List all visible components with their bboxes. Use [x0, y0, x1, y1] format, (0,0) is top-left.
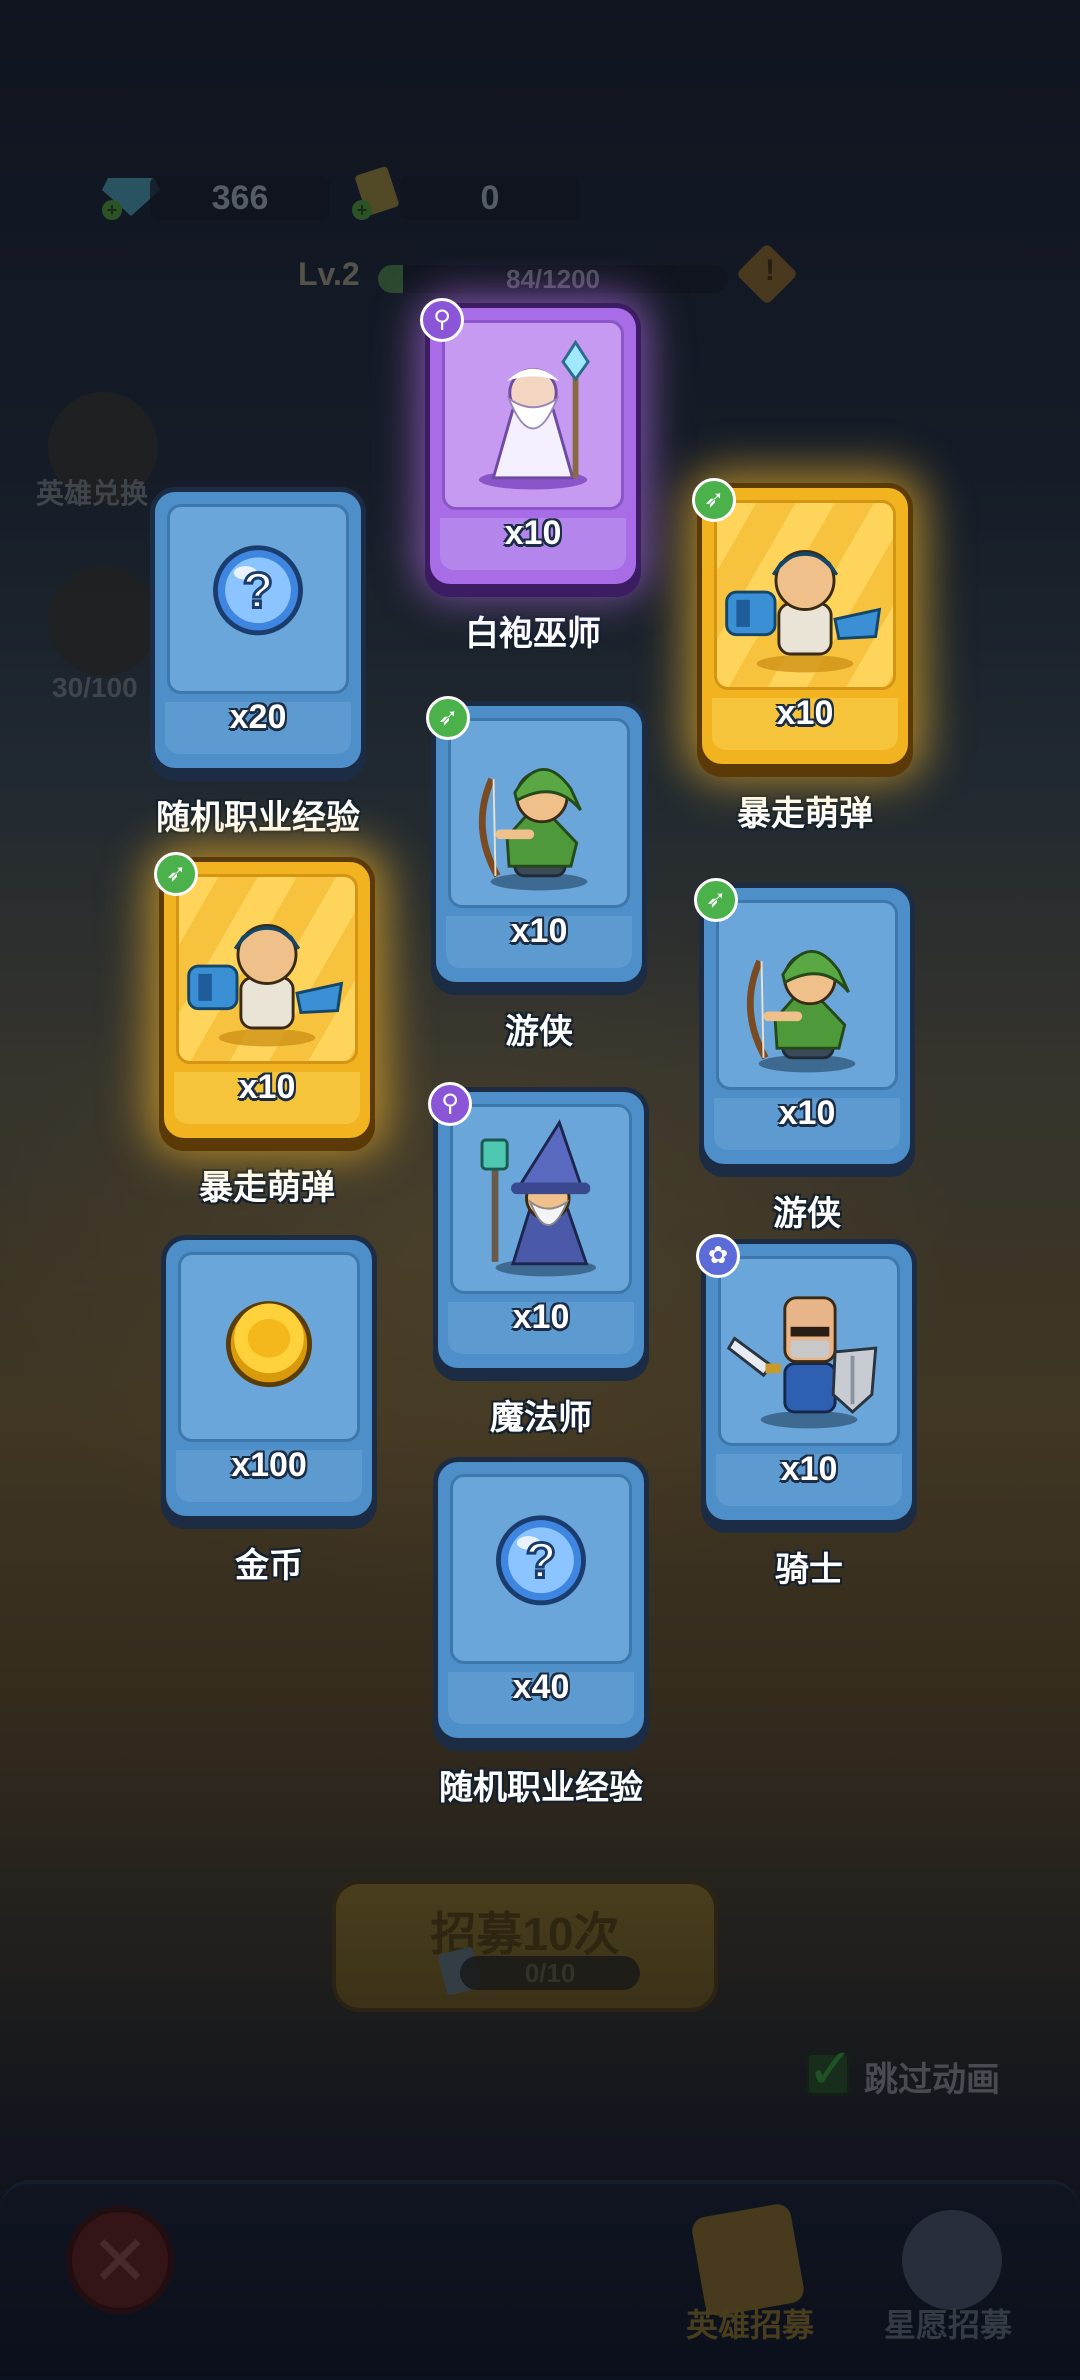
ranger-class-icon: ➶ [154, 852, 198, 896]
question-orb-icon: ? [496, 1515, 586, 1606]
reward-name: 金币 [235, 1547, 303, 1585]
reward-card: ? x40 [438, 1462, 644, 1738]
reward-name: 暴走萌弹 [737, 795, 873, 833]
reward-white-robe-wizard[interactable]: x10 ⚲ 白袍巫师 [420, 298, 636, 655]
card-art-frame [450, 1104, 632, 1294]
reward-count: x10 [776, 694, 834, 732]
card-art-frame: ? [450, 1474, 632, 1664]
reward-ranger-1[interactable]: x10 ➶ 游侠 [426, 696, 642, 1053]
reward-count: x100 [231, 1446, 307, 1484]
question-orb-icon: ? [213, 545, 303, 636]
ranger-class-icon: ➶ [426, 696, 470, 740]
mage-hero-icon [480, 1119, 597, 1277]
card-art-frame [448, 718, 630, 908]
reward-gold-coin[interactable]: x100 金币 [166, 1240, 372, 1587]
reward-name: 随机职业经验 [156, 799, 360, 837]
svg-text:?: ? [526, 1532, 557, 1589]
gold-coin-icon [225, 1301, 313, 1388]
card-art-frame [718, 1256, 900, 1446]
reward-count: x10 [780, 1450, 838, 1488]
card-art-frame [178, 1252, 360, 1442]
reward-name: 魔法师 [490, 1399, 592, 1437]
reward-knight[interactable]: x10 ✿ 骑士 [696, 1234, 912, 1591]
reward-card: x10 ⚲ [428, 1082, 644, 1368]
mage-class-icon: ⚲ [428, 1082, 472, 1126]
knight-class-icon: ✿ [696, 1234, 740, 1278]
knight-hero-icon [726, 1296, 878, 1429]
reward-name: 游侠 [773, 1195, 841, 1233]
card-art-frame [714, 500, 896, 690]
card-art-frame [716, 900, 898, 1090]
reward-berserk-bomber-1[interactable]: x10 ➶ 暴走萌弹 [692, 478, 908, 835]
reward-card: x10 ⚲ [420, 298, 636, 584]
reward-count: x10 [510, 912, 568, 950]
reward-count: x40 [512, 1668, 570, 1706]
reward-name: 白袍巫师 [465, 615, 601, 653]
reward-card: x10 ✿ [696, 1234, 912, 1520]
reward-card: x10 ➶ [694, 878, 910, 1164]
reward-count: x10 [778, 1094, 836, 1132]
reward-count: x10 [238, 1068, 296, 1106]
card-art-frame [176, 874, 358, 1064]
reward-card: x10 ➶ [692, 478, 908, 764]
white-robe-wizard-icon [478, 339, 590, 490]
reward-count: x20 [229, 698, 287, 736]
reward-count: x10 [504, 514, 562, 552]
reward-count: x10 [512, 1298, 570, 1336]
card-art-frame: ? [167, 504, 349, 694]
reward-name: 骑士 [775, 1551, 843, 1589]
ranger-hero-icon [478, 768, 588, 891]
mage-class-icon: ⚲ [420, 298, 464, 342]
svg-text:?: ? [243, 562, 274, 619]
bomber-hero-icon [725, 550, 882, 673]
reward-random-exp-20[interactable]: ? x20 随机职业经验 [155, 492, 361, 839]
reward-name: 随机职业经验 [439, 1769, 643, 1807]
reward-berserk-bomber-2[interactable]: x10 ➶ 暴走萌弹 [154, 852, 370, 1209]
reward-name: 暴走萌弹 [199, 1169, 335, 1207]
reward-card: x10 ➶ [154, 852, 370, 1138]
reward-name: 游侠 [505, 1013, 573, 1051]
reward-card: x100 [166, 1240, 372, 1516]
ranger-hero-icon [746, 950, 856, 1073]
reward-mage[interactable]: x10 ⚲ 魔法师 [428, 1082, 644, 1439]
card-art-frame [442, 320, 624, 510]
bomber-hero-icon [187, 924, 344, 1047]
reward-card: ? x20 [155, 492, 361, 768]
ranger-class-icon: ➶ [692, 478, 736, 522]
reward-card: x10 ➶ [426, 696, 642, 982]
reward-ranger-2[interactable]: x10 ➶ 游侠 [694, 878, 910, 1235]
reward-random-exp-40[interactable]: ? x40 随机职业经验 [438, 1462, 644, 1809]
ranger-class-icon: ➶ [694, 878, 738, 922]
